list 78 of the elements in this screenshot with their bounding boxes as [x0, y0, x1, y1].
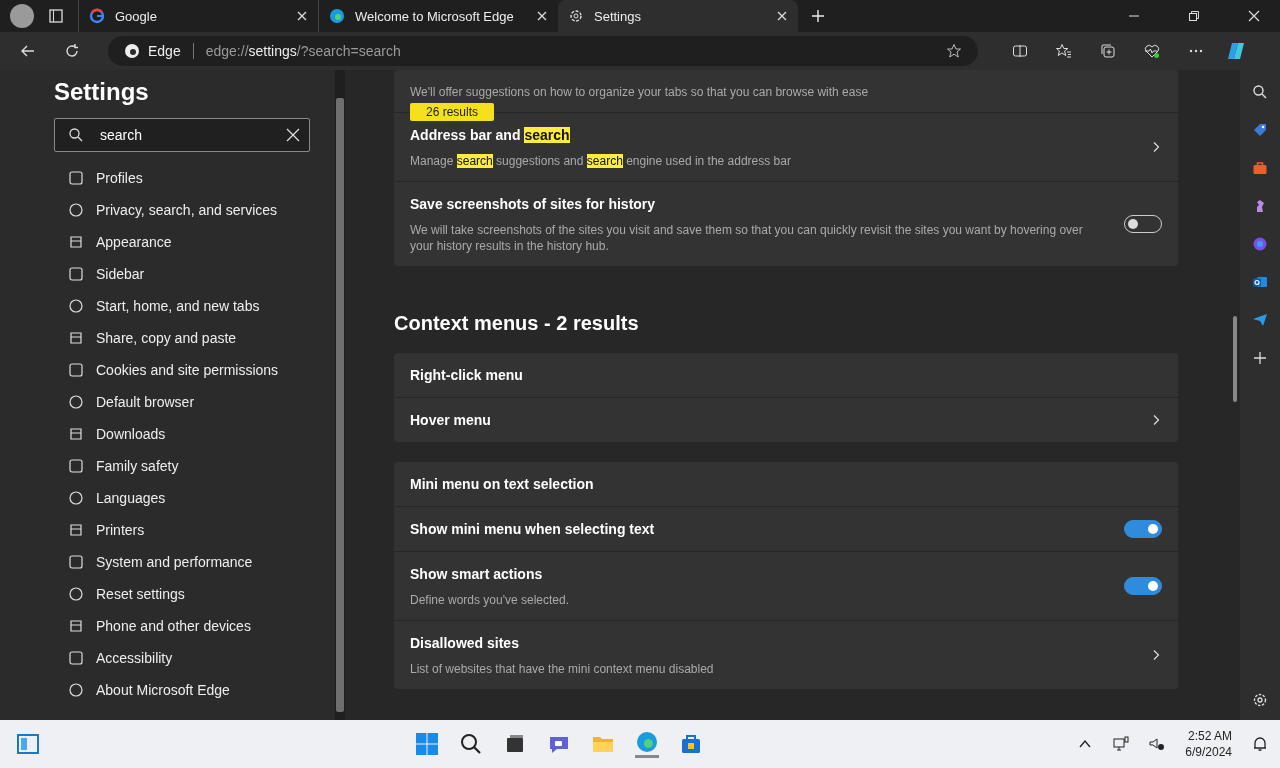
close-icon[interactable] [1248, 10, 1260, 22]
heart-pulse-icon[interactable] [1144, 43, 1160, 59]
sidebar-item[interactable]: Printers [68, 514, 335, 546]
sidebar-item[interactable]: About Microsoft Edge [68, 674, 335, 706]
mail-logo-icon[interactable] [1252, 274, 1268, 290]
collections-icon[interactable] [1100, 43, 1116, 59]
setting-title: Address bar and search [410, 126, 571, 145]
close-icon[interactable] [536, 10, 548, 22]
sidebar-item[interactable]: Languages [68, 482, 335, 514]
scrollbar-thumb[interactable] [1233, 316, 1237, 402]
bell-icon[interactable] [1252, 736, 1268, 752]
setting-title: Show smart actions [410, 565, 544, 584]
sidebar-item[interactable]: Default browser [68, 386, 335, 418]
setting-title: Show mini menu when selecting text [410, 520, 656, 539]
sidebar-item[interactable]: Accessibility [68, 642, 335, 674]
tab-actions-icon[interactable] [48, 8, 64, 24]
setting-title: Save screenshots of sites for history [410, 195, 657, 214]
widgets-icon[interactable] [16, 732, 40, 756]
setting-title: Mini menu on text selection [410, 475, 595, 494]
circle-logo-icon[interactable] [1252, 236, 1268, 252]
briefcase-icon[interactable] [1252, 160, 1268, 176]
sidebar-item[interactable]: Profiles [68, 162, 335, 194]
url-text: edge://settings/?search=search [205, 43, 401, 59]
favorites-icon[interactable] [1056, 43, 1072, 59]
back-arrow-icon[interactable] [20, 43, 36, 59]
google-logo-icon [89, 8, 105, 24]
windows-logo-icon[interactable] [414, 732, 439, 756]
sidebar-item[interactable]: System and performance [68, 546, 335, 578]
search-icon [68, 127, 84, 143]
date-text: 6/9/2024 [1185, 744, 1232, 760]
new-tab-icon[interactable] [810, 8, 826, 24]
close-icon[interactable] [776, 10, 788, 22]
setting-description: We'll offer suggestions on how to organize your tabs so that you can browse with ease [410, 84, 870, 100]
close-icon[interactable] [296, 10, 308, 22]
sidebar-item[interactable]: Share, copy and paste [68, 322, 335, 354]
settings-icon[interactable] [1252, 692, 1268, 708]
refresh-icon[interactable] [64, 43, 80, 59]
gear-icon [568, 8, 584, 24]
sidebar-item[interactable]: Appearance [68, 226, 335, 258]
sidebar-item[interactable]: Sidebar [68, 258, 335, 290]
search-icon[interactable] [458, 732, 483, 756]
time-text: 2:52 AM [1187, 728, 1232, 744]
address-bar[interactable]: Edge edge://settings/?search=search [108, 36, 978, 66]
site-label: Edge [148, 43, 181, 59]
speaker-muted-icon[interactable] [1149, 736, 1166, 752]
settings-title: Settings [54, 78, 150, 106]
clock[interactable]: 2:52 AM 6/9/2024 [1185, 728, 1232, 760]
setting-description: We will take screenshots of the sites you visit and save them so that you can quickly revisit the sites you want by hovering over your history results in the history hub. [410, 222, 1084, 254]
network-icon[interactable] [1113, 736, 1130, 752]
setting-description: List of websites that have the mini context menu disabled [410, 661, 715, 677]
sidebar-item[interactable]: Start, home, and new tabs [68, 290, 335, 322]
sidebar-item[interactable]: Downloads [68, 418, 335, 450]
sidebar-item[interactable]: Privacy, search, and services [68, 194, 335, 226]
section-heading: Context menus - 2 results [394, 312, 640, 335]
results-badge: 26 results [410, 103, 495, 121]
profile-avatar-icon[interactable] [10, 4, 34, 28]
sidebar-item[interactable]: Cookies and site permissions [68, 354, 335, 386]
setting-title: Hover menu [410, 411, 492, 430]
toggle-switch[interactable] [1124, 520, 1162, 538]
search-icon[interactable] [1252, 84, 1268, 100]
sidebar-item[interactable]: Reset settings [68, 578, 335, 610]
tag-icon[interactable] [1252, 122, 1268, 138]
toggle-switch[interactable] [1124, 577, 1162, 595]
split-screen-icon[interactable] [1012, 43, 1028, 59]
restore-icon[interactable] [1188, 10, 1200, 22]
star-icon[interactable] [946, 43, 962, 59]
sidebar-item[interactable]: Phone and other devices [68, 610, 335, 642]
clear-icon[interactable] [285, 127, 301, 143]
setting-description: Define words you've selected. [410, 592, 571, 608]
scrollbar-thumb[interactable] [336, 98, 344, 712]
paper-plane-icon[interactable] [1252, 312, 1268, 328]
setting-title: Right-click menu [410, 366, 524, 385]
sidebar-item[interactable]: Family safety [68, 450, 335, 482]
search-field[interactable]: search [54, 118, 310, 152]
add-icon[interactable] [1252, 350, 1268, 366]
setting-title: Disallowed sites [410, 634, 520, 653]
setting-description: Manage search suggestions and search engine used in the address bar [410, 153, 792, 169]
browser-tab[interactable]: Settings [558, 0, 798, 32]
